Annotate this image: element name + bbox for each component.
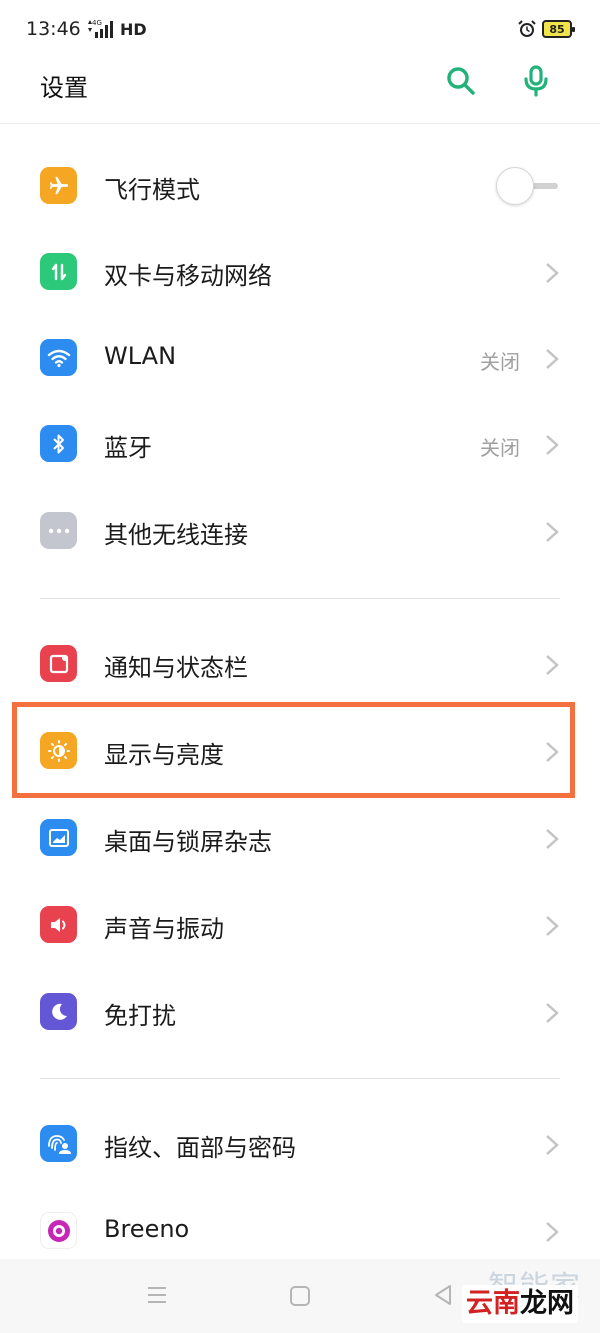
watermark-part2: 龙网: [520, 1288, 574, 1319]
settings-item-label: 通知与状态栏: [104, 654, 248, 682]
chevron-right-icon: [546, 349, 559, 369]
settings-item-wlan[interactable]: WLAN 关闭: [0, 315, 600, 401]
more-icon: [40, 512, 77, 549]
microphone-icon[interactable]: [520, 64, 554, 98]
section-divider: [40, 1078, 560, 1079]
airplane-mode-toggle[interactable]: [496, 167, 560, 205]
airplane-icon: [40, 167, 77, 204]
signal-icon: 4G: [86, 18, 116, 40]
chevron-right-icon: [546, 916, 559, 936]
wifi-icon: [40, 339, 77, 376]
settings-item-dual-sim[interactable]: 双卡与移动网络: [0, 229, 600, 315]
settings-item-wallpaper-lockscreen[interactable]: 桌面与锁屏杂志: [0, 795, 600, 881]
brightness-icon: [40, 732, 77, 769]
chevron-right-icon: [546, 1135, 559, 1155]
settings-item-label: WLAN: [104, 342, 177, 370]
settings-item-other-wireless[interactable]: 其他无线连接: [0, 488, 600, 574]
settings-item-display-brightness[interactable]: 显示与亮度: [0, 708, 600, 794]
bluetooth-status: 关闭: [480, 436, 520, 460]
page-title: 设置: [40, 74, 88, 102]
settings-item-label: 蓝牙: [104, 434, 152, 462]
hd-indicator: HD: [120, 20, 147, 39]
back-icon[interactable]: [432, 1283, 454, 1307]
status-time: 13:46: [26, 18, 81, 40]
bluetooth-icon: [40, 425, 77, 462]
svg-text:4G: 4G: [92, 19, 102, 27]
search-icon[interactable]: [444, 64, 478, 98]
chevron-right-icon: [546, 435, 559, 455]
home-icon[interactable]: [290, 1286, 310, 1306]
settings-item-bluetooth[interactable]: 蓝牙 关闭: [0, 401, 600, 487]
alarm-icon: [518, 20, 536, 37]
chevron-right-icon: [546, 1222, 559, 1242]
watermark-part1: 云南: [466, 1288, 520, 1319]
dual-sim-icon: [40, 253, 77, 290]
wlan-status: 关闭: [480, 350, 520, 374]
watermark-logo: 云南龙网: [462, 1285, 578, 1323]
header: 设置: [0, 60, 600, 124]
settings-item-label: Breeno: [104, 1215, 190, 1243]
section-divider: [40, 598, 560, 599]
chevron-right-icon: [546, 829, 559, 849]
chevron-right-icon: [546, 655, 559, 675]
chevron-right-icon: [546, 263, 559, 283]
settings-item-label: 声音与振动: [104, 915, 224, 943]
battery-icon: 85: [542, 20, 575, 38]
settings-item-label: 免打扰: [104, 1002, 176, 1030]
chevron-right-icon: [546, 742, 559, 762]
sound-icon: [40, 906, 77, 943]
chevron-right-icon: [546, 522, 559, 542]
settings-item-label: 指纹、面部与密码: [104, 1134, 296, 1162]
settings-item-label: 桌面与锁屏杂志: [104, 828, 272, 856]
moon-icon: [40, 993, 77, 1030]
fingerprint-face-icon: [40, 1125, 77, 1162]
chevron-right-icon: [546, 1003, 559, 1023]
settings-item-airplane-mode[interactable]: 飞行模式: [0, 143, 600, 229]
menu-icon[interactable]: [146, 1285, 168, 1305]
breeno-icon: [40, 1212, 77, 1249]
settings-item-do-not-disturb[interactable]: 免打扰: [0, 969, 600, 1055]
battery-level: 85: [549, 22, 565, 36]
status-bar: 13:46 4G HD 85: [0, 0, 600, 60]
settings-item-label: 显示与亮度: [104, 741, 224, 769]
settings-item-label: 其他无线连接: [104, 521, 248, 549]
settings-item-fingerprint-face-password[interactable]: 指纹、面部与密码: [0, 1101, 600, 1187]
notification-icon: [40, 645, 77, 682]
wallpaper-icon: [40, 819, 77, 856]
settings-item-notifications[interactable]: 通知与状态栏: [0, 621, 600, 707]
settings-item-label: 双卡与移动网络: [104, 262, 272, 290]
settings-item-sound-vibration[interactable]: 声音与振动: [0, 882, 600, 968]
settings-item-label: 飞行模式: [104, 176, 200, 204]
